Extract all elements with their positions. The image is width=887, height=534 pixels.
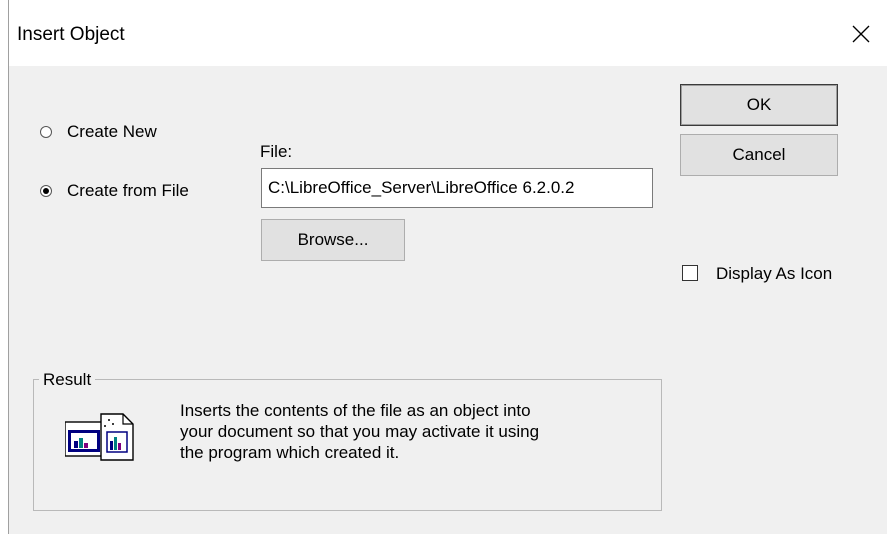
create-new-radio[interactable] (40, 126, 52, 138)
close-button[interactable] (841, 14, 881, 54)
file-path-input[interactable] (261, 168, 653, 208)
browse-button[interactable]: Browse... (261, 219, 405, 261)
ok-button[interactable]: OK (680, 84, 838, 126)
title-bar: Insert Object (9, 0, 887, 66)
result-line-1: Inserts the contents of the file as an o… (180, 401, 531, 420)
create-from-file-radio-option[interactable]: Create from File (40, 181, 189, 201)
result-legend: Result (39, 370, 96, 390)
result-line-2: your document so that you may activate i… (180, 422, 540, 441)
linked-document-icon (65, 413, 134, 461)
result-description: Inserts the contents of the file as an o… (180, 400, 650, 463)
insert-object-dialog: Insert Object Create New Create from Fil… (8, 0, 887, 534)
cancel-button[interactable]: Cancel (680, 134, 838, 176)
result-line-3: the program which created it. (180, 443, 400, 462)
create-from-file-radio[interactable] (40, 185, 52, 197)
create-from-file-label: Create from File (67, 181, 189, 200)
close-icon (852, 25, 870, 43)
display-as-icon-checkbox[interactable] (682, 265, 698, 281)
file-label: File: (260, 142, 293, 161)
create-new-label: Create New (67, 122, 157, 141)
create-new-radio-option[interactable]: Create New (40, 122, 157, 142)
display-as-icon-label: Display As Icon (716, 264, 833, 283)
dialog-title: Insert Object (17, 24, 125, 45)
